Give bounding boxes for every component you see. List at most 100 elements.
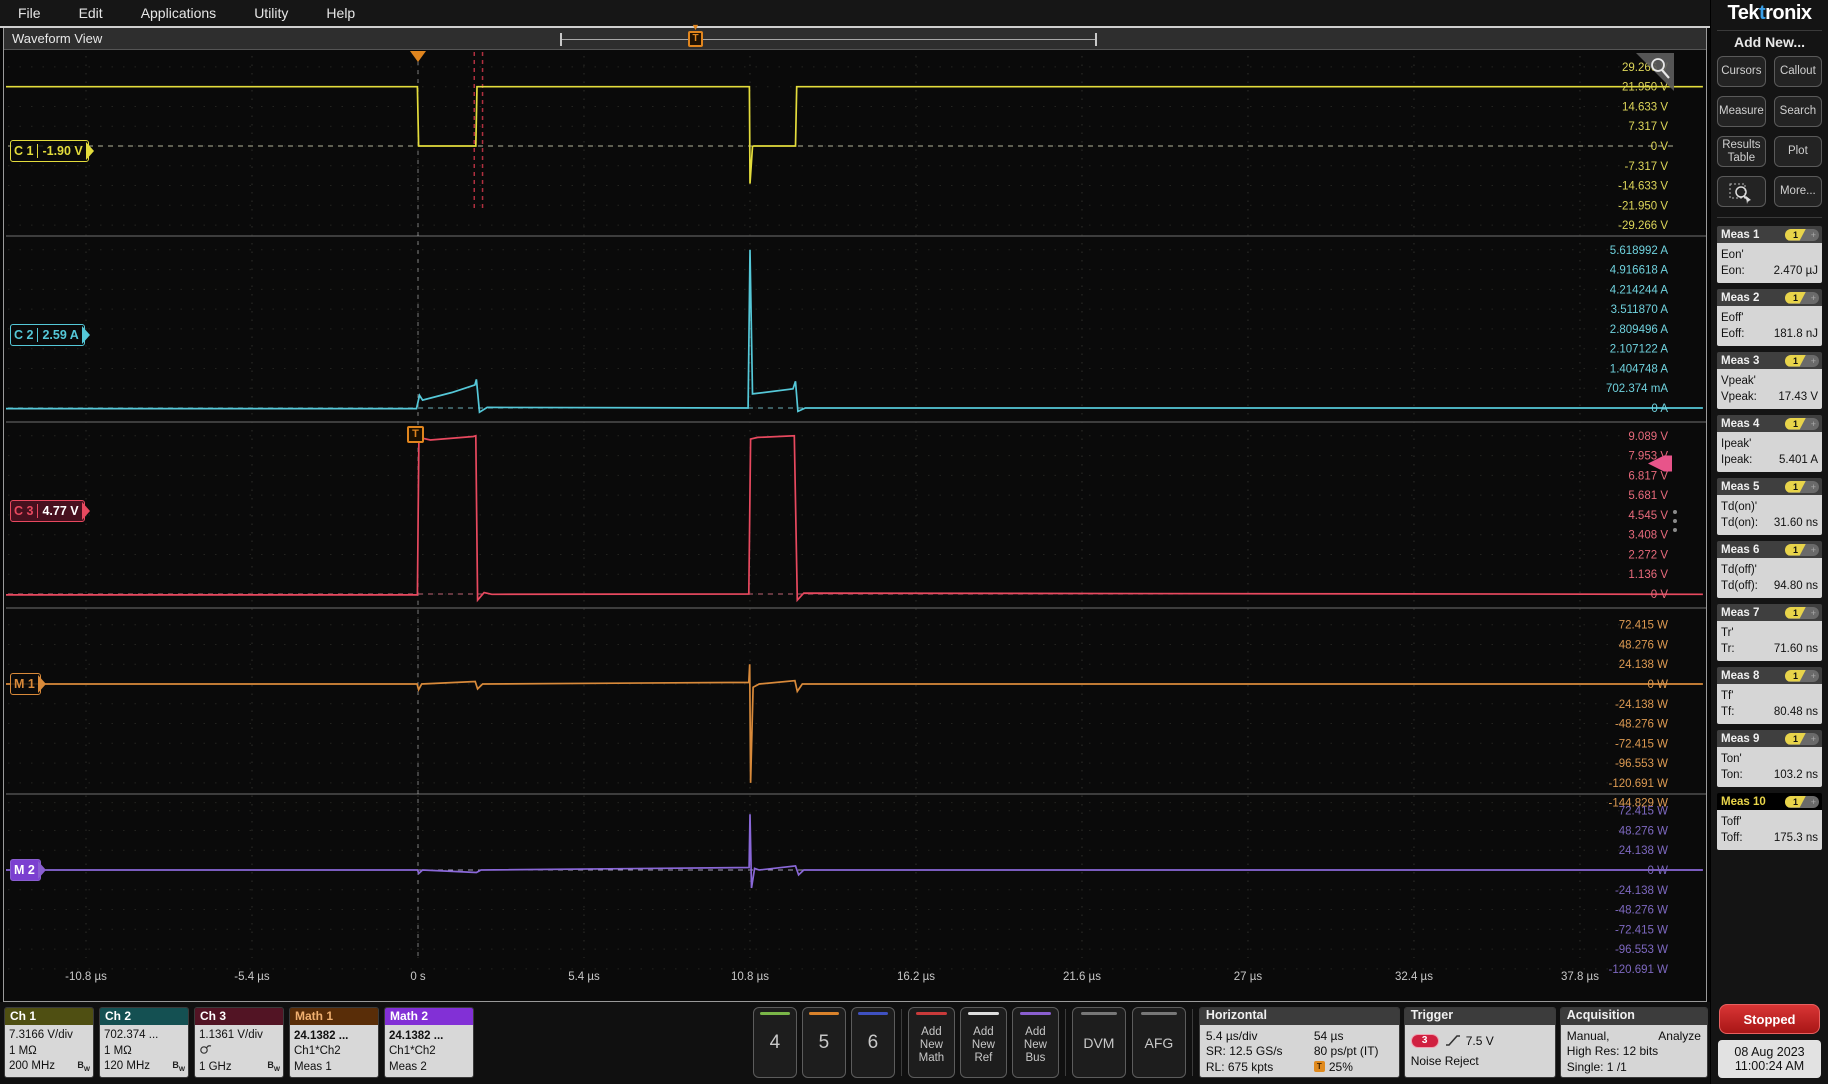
measurement-source-badge[interactable]: 1+ [1785, 796, 1819, 808]
channel-card-row: 24.1382 ... [294, 1030, 375, 1042]
panel-button-plot[interactable]: Plot [1774, 136, 1822, 167]
channel-badge-ch2[interactable]: C 22.59 A [10, 324, 85, 346]
measurement-card[interactable]: Meas 81+Tf'Tf:80.48 ns [1717, 667, 1822, 724]
measurement-card[interactable]: Meas 21+Eoff'Eoff:181.8 nJ [1717, 289, 1822, 346]
channel-badge-label: C 1 [14, 144, 33, 158]
channel-button-5[interactable]: 5 [802, 1007, 846, 1078]
channel-badge-ch3[interactable]: C 34.77 V [10, 500, 85, 522]
measurement-label: Td(on): [1721, 517, 1758, 529]
waveform-view-tab[interactable]: Waveform View [12, 31, 102, 46]
measurement-card[interactable]: Meas 61+Td(off)'Td(off):94.80 ns [1717, 541, 1822, 598]
svg-text:2.809496 A: 2.809496 A [1610, 324, 1669, 336]
channel-badge-m2[interactable]: M 2 [10, 859, 41, 881]
svg-text:21.950 V: 21.950 V [1622, 82, 1668, 94]
svg-text:-72.415 W: -72.415 W [1615, 924, 1668, 936]
button-add-new-bus[interactable]: AddNewBus [1012, 1007, 1059, 1078]
measurement-source-badge[interactable]: 1+ [1785, 355, 1819, 367]
channel-card-math2[interactable]: Math 224.1382 ...Ch1*Ch2Meas 2 [384, 1007, 474, 1078]
channel-card-ch1[interactable]: Ch 17.3166 V/div1 MΩ200 MHzBW [4, 1007, 94, 1078]
measurement-card[interactable]: Meas 51+Td(on)'Td(on):31.60 ns [1717, 478, 1822, 535]
channel-card-ch2[interactable]: Ch 2702.374 ...1 MΩ120 MHzBW [99, 1007, 189, 1078]
acquisition-resolution: High Res: 12 bits [1567, 1044, 1658, 1058]
measurement-title: Meas 5 [1721, 481, 1759, 493]
left-column: FileEditApplicationsUtilityHelp Waveform… [0, 0, 1710, 1084]
channel-setting: 702.374 ... [104, 1029, 158, 1041]
bandwidth-limit-icon: BW [77, 1060, 90, 1073]
svg-text:0 A: 0 A [1651, 403, 1668, 415]
measurement-card[interactable]: Meas 71+Tr'Tr:71.60 ns [1717, 604, 1822, 661]
panel-button-measure[interactable]: Measure [1717, 96, 1766, 127]
menu-item-help[interactable]: Help [318, 2, 381, 24]
waveform-plot[interactable]: 29.266 V21.950 V14.633 V7.317 V0 V-7.317… [6, 50, 1706, 994]
measurement-card[interactable]: Meas 91+Ton'Ton:103.2 ns [1717, 730, 1822, 787]
run-stop-status-button[interactable]: Stopped [1719, 1004, 1820, 1034]
svg-text:4.916618 A: 4.916618 A [1610, 265, 1669, 277]
channel-setting: Ch1*Ch2 [389, 1045, 436, 1057]
panel-button-results-table[interactable]: Results Table [1717, 136, 1766, 167]
menu-item-applications[interactable]: Applications [133, 2, 243, 24]
horizontal-panel[interactable]: Horizontal 5.4 µs/div54 µs SR: 12.5 GS/s… [1199, 1007, 1400, 1078]
add-new-buttons: AddNewMathAddNewRefAddNewBus [908, 1007, 1059, 1078]
measurement-value: 5.401 A [1779, 454, 1818, 466]
channel-card-ch3[interactable]: Ch 31.1361 V/div1 GHzBW [194, 1007, 284, 1078]
measurement-title: Meas 7 [1721, 607, 1759, 619]
measurement-value: 71.60 ns [1774, 643, 1818, 655]
measurement-card-header: Meas 41+ [1717, 415, 1822, 432]
measurement-card-body: Ipeak'Ipeak:5.401 A [1717, 432, 1822, 472]
panel-button-cursors[interactable]: Cursors [1717, 56, 1766, 87]
button-afg[interactable]: AFG [1132, 1007, 1186, 1078]
measurement-title: Meas 9 [1721, 733, 1759, 745]
measurement-results-list: Meas 11+Eon'Eon:2.470 µJMeas 21+Eoff'Eof… [1717, 226, 1822, 856]
trigger-position-marker[interactable]: T [688, 31, 703, 47]
measurement-name: Ton' [1721, 753, 1818, 765]
measurement-source-badge[interactable]: 1+ [1785, 292, 1819, 304]
zoom-select-button[interactable] [1717, 176, 1766, 207]
channel-card-body: 7.3166 V/div1 MΩ200 MHzBW [5, 1025, 93, 1077]
trigger-event-badge[interactable]: T [407, 426, 424, 443]
measurement-source-badge[interactable]: 1+ [1785, 733, 1819, 745]
channel-setting: 1 MΩ [104, 1045, 132, 1057]
channel-setting: 7.3166 V/div [9, 1029, 73, 1041]
measurement-value: 103.2 ns [1774, 769, 1818, 781]
measurement-name: Eoff' [1721, 312, 1818, 324]
panel-button-more[interactable]: More... [1774, 176, 1822, 207]
menu-item-edit[interactable]: Edit [71, 2, 129, 24]
channel-card-row: 120 MHzBW [104, 1060, 185, 1073]
measurement-source-badge[interactable]: 1+ [1785, 607, 1819, 619]
measurement-card-header: Meas 5 1+ [1717, 478, 1822, 495]
measurement-source-badge[interactable]: 1+ [1785, 670, 1819, 682]
svg-text:-10.8 µs: -10.8 µs [65, 971, 107, 983]
channel-button-6[interactable]: 6 [851, 1007, 895, 1078]
svg-text:27 µs: 27 µs [1234, 971, 1263, 983]
measurement-card[interactable]: Meas 11+Eon'Eon:2.470 µJ [1717, 226, 1822, 283]
trigger-panel[interactable]: Trigger 3 7.5 V Noise Reject [1404, 1007, 1556, 1078]
measurement-card-body: Vpeak'Vpeak:17.43 V [1717, 369, 1822, 409]
record-view-bracket[interactable]: T [560, 33, 1097, 46]
channel-badge-m1[interactable]: M 1 [10, 673, 41, 695]
panel-splitter-handle[interactable] [1673, 510, 1677, 532]
measurement-card[interactable]: Meas 31+Vpeak'Vpeak:17.43 V [1717, 352, 1822, 409]
button-add-new-math[interactable]: AddNewMath [908, 1007, 955, 1078]
svg-text:0 W: 0 W [1648, 865, 1669, 877]
measurement-source-badge[interactable]: 1+ [1785, 418, 1819, 430]
measurement-card[interactable]: Meas 101+Toff'Toff:175.3 ns [1717, 793, 1822, 850]
button-add-new-ref[interactable]: AddNewRef [960, 1007, 1007, 1078]
measurement-source-badge[interactable]: 1+ [1785, 229, 1819, 241]
measurement-source-badge[interactable]: 1+ [1785, 481, 1819, 493]
panel-button-callout[interactable]: Callout [1774, 56, 1822, 87]
button-dvm[interactable]: DVM [1072, 1007, 1126, 1078]
acquisition-panel[interactable]: Acquisition Manual,Analyze High Res: 12 … [1560, 1007, 1708, 1078]
svg-text:-5.4 µs: -5.4 µs [234, 971, 270, 983]
divider [1065, 1009, 1066, 1076]
channel-card-math1[interactable]: Math 124.1382 ...Ch1*Ch2Meas 1 [289, 1007, 379, 1078]
channel-setting [199, 1044, 213, 1058]
panel-button-search[interactable]: Search [1774, 96, 1822, 127]
channel-badge-ch1[interactable]: C 1-1.90 V [10, 140, 89, 162]
menu-item-utility[interactable]: Utility [246, 2, 314, 24]
measurement-source-badge[interactable]: 1+ [1785, 544, 1819, 556]
channel-card-row: 702.374 ... [104, 1029, 185, 1041]
menu-item-file[interactable]: File [10, 2, 67, 24]
measurement-card[interactable]: Meas 41+Ipeak'Ipeak:5.401 A [1717, 415, 1822, 472]
channel-button-4[interactable]: 4 [753, 1007, 797, 1078]
measurement-card-header: Meas 31+ [1717, 352, 1822, 369]
